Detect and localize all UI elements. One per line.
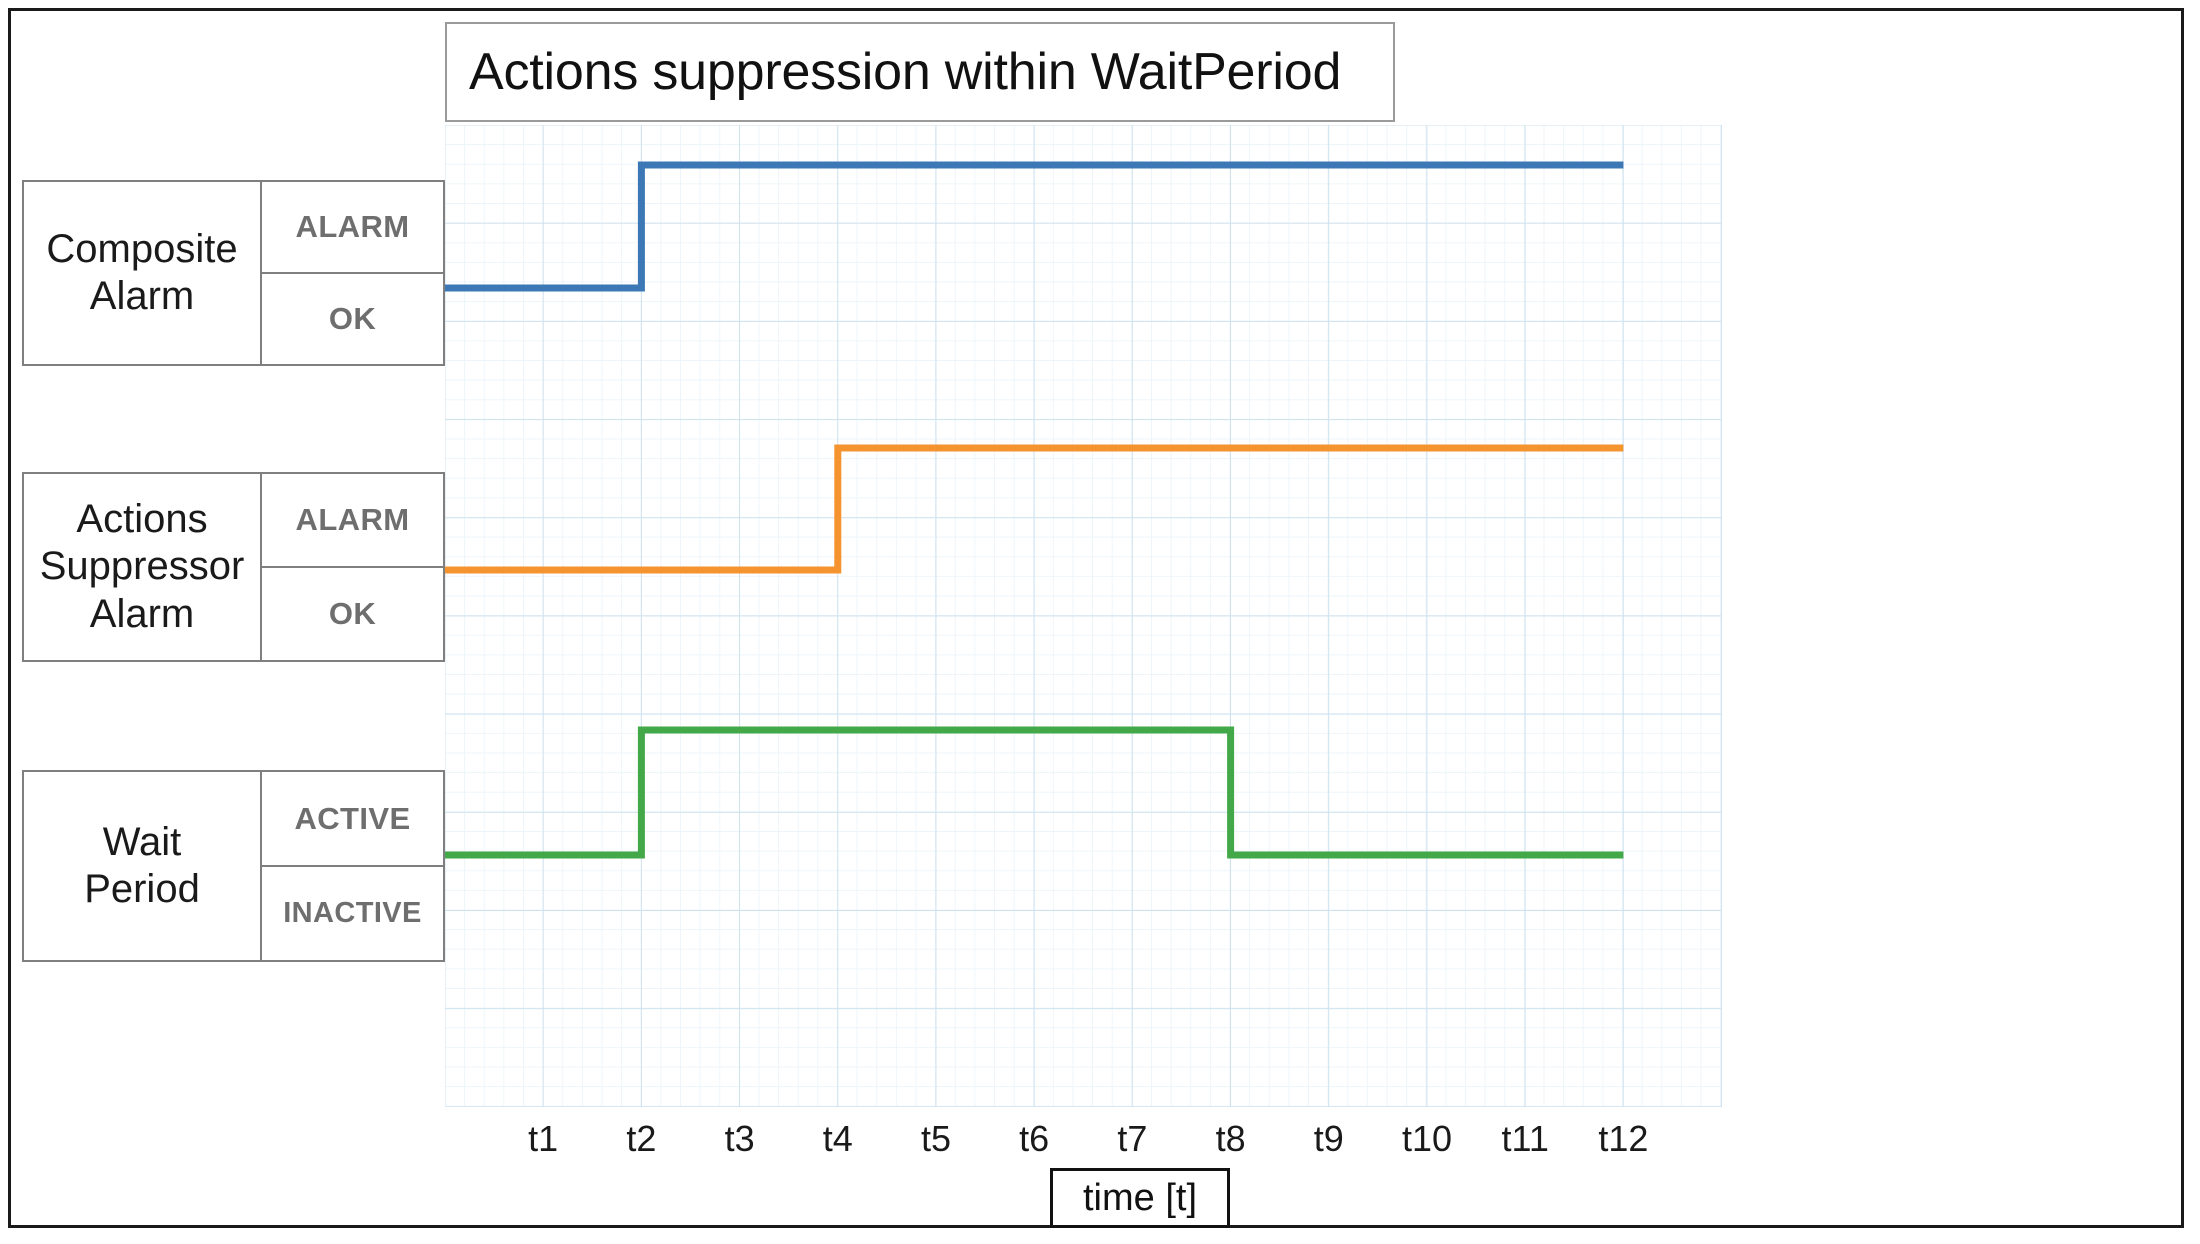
x-tick-label: t6	[1019, 1118, 1050, 1159]
state-cell-inactive: INACTIVE	[260, 866, 445, 962]
x-tick-label: t12	[1598, 1118, 1649, 1159]
state-cell-alarm: ALARM	[260, 180, 445, 273]
state-cell-ok: OK	[260, 273, 445, 366]
legend-group-actions-suppressor-alarm-states: ALARM OK	[260, 472, 445, 662]
x-tick-label: t11	[1501, 1118, 1549, 1159]
legend-group-composite-alarm-states: ALARM OK	[260, 180, 445, 366]
legend-group-wait-period-states: ACTIVE INACTIVE	[260, 770, 445, 962]
x-tick-label: t7	[1117, 1118, 1148, 1159]
x-axis-tick-labels: t1 t2 t3 t4 t5 t6 t7 t8 t9 t10 t11 t12	[445, 1118, 1722, 1168]
legend-group-actions-suppressor-alarm-name: Actions Suppressor Alarm	[22, 472, 262, 662]
legend-group-wait-period: Wait Period ACTIVE INACTIVE	[22, 770, 445, 962]
chart-title-box: Actions suppression within WaitPeriod	[445, 22, 1395, 122]
x-axis-title: time [t]	[1082, 1176, 1198, 1219]
x-tick-label: t3	[724, 1118, 755, 1159]
x-tick-label: t8	[1215, 1118, 1246, 1159]
page-title: Actions suppression within WaitPeriod	[469, 43, 1342, 101]
x-tick-label: t5	[920, 1118, 952, 1159]
plot-area	[445, 125, 1722, 1107]
legend-group-actions-suppressor-alarm: Actions Suppressor Alarm ALARM OK	[22, 472, 445, 662]
state-cell-ok: OK	[260, 567, 445, 662]
legend-group-composite-alarm-name: Composite Alarm	[22, 180, 262, 366]
x-tick-label: t9	[1313, 1118, 1344, 1159]
state-cell-active: ACTIVE	[260, 770, 445, 866]
x-axis-title-box: time [t]	[1050, 1168, 1230, 1228]
state-cell-alarm: ALARM	[260, 472, 445, 567]
series-line-composite-alarm	[445, 161, 1624, 292]
screenshot-canvas: Actions suppression within WaitPeriod Co…	[0, 0, 2200, 1244]
series-line-actions-suppressor-alarm	[445, 444, 1624, 574]
legend-group-composite-alarm: Composite Alarm ALARM OK	[22, 180, 445, 366]
x-tick-label: t1	[528, 1118, 559, 1159]
series-svg	[445, 161, 1624, 859]
x-tick-label: t2	[626, 1118, 657, 1159]
x-tick-label: t10	[1401, 1118, 1453, 1159]
x-tick-label: t4	[822, 1118, 853, 1159]
legend-group-wait-period-name: Wait Period	[22, 770, 262, 962]
series-line-wait-period	[445, 726, 1624, 859]
